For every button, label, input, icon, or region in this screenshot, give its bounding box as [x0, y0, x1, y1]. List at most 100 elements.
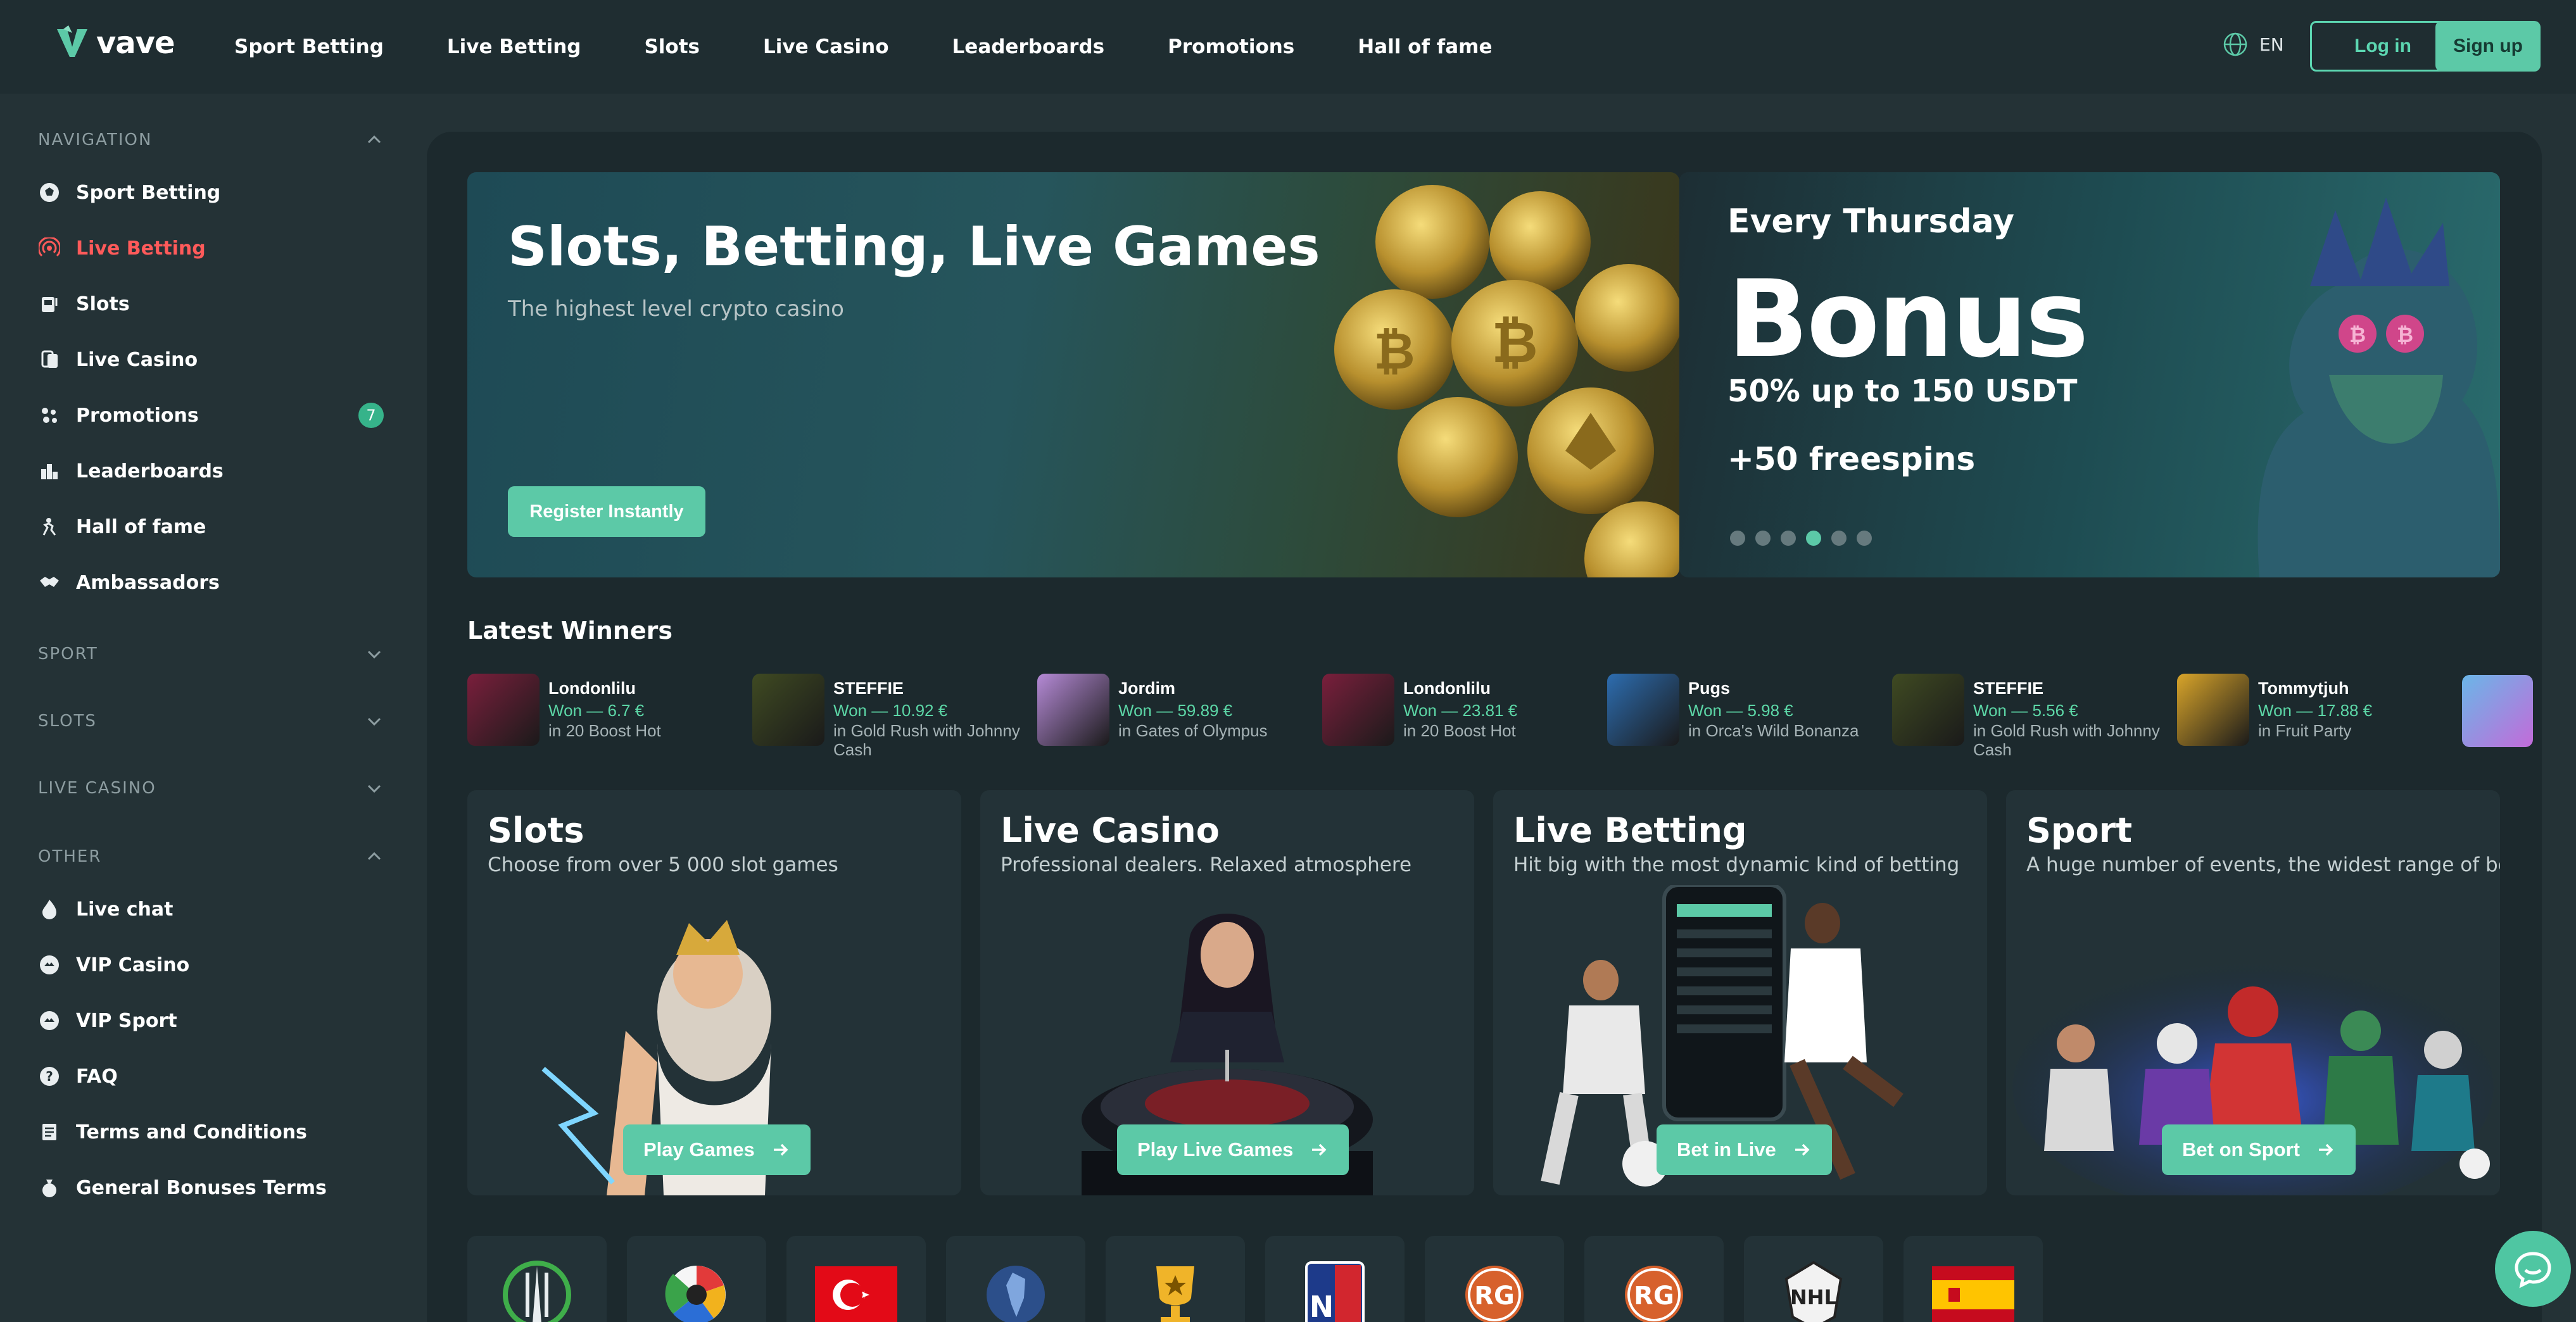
sidebar-item-hall-of-fame[interactable]: Hall of fame — [38, 509, 384, 545]
winner-item[interactable]: Tommytjuh Won — 17.88 € in Fruit Party — [2177, 674, 2449, 750]
latest-winners-title: Latest Winners — [467, 617, 672, 645]
topnav-hall-of-fame[interactable]: Hall of fame — [1358, 35, 1492, 58]
sidebar-item-promotions[interactable]: Promotions 7 — [38, 398, 384, 433]
play-live-games-button[interactable]: Play Live Games — [1117, 1124, 1349, 1175]
sidebar-item-leaderboards[interactable]: Leaderboards — [38, 453, 384, 489]
conference-league-icon — [503, 1261, 571, 1322]
winner-game-thumbnail-partial[interactable] — [2462, 675, 2533, 747]
winner-game-thumbnail[interactable] — [1892, 674, 1964, 746]
sidebar-item-vip-casino[interactable]: VIP Casino — [38, 947, 384, 983]
sidebar-item-bonuses-terms[interactable]: General Bonuses Terms — [38, 1170, 384, 1206]
winner-game-thumbnail[interactable] — [752, 674, 824, 746]
winner-game-thumbnail[interactable] — [2177, 674, 2249, 746]
league-tile-roland-garros-2[interactable]: RG — [1584, 1236, 1724, 1322]
card-subtitle: Choose from over 5 000 slot games — [488, 853, 838, 876]
topnav-leaderboards[interactable]: Leaderboards — [952, 35, 1105, 58]
live-betting-card[interactable]: Live Betting Hit big with the most dynam… — [1493, 790, 1987, 1195]
signup-button[interactable]: Sign up — [2435, 21, 2541, 72]
bet-in-live-button[interactable]: Bet in Live — [1657, 1124, 1832, 1175]
winner-amount: Won — 17.88 € — [2258, 701, 2373, 720]
league-tile-trophy[interactable] — [1106, 1236, 1245, 1322]
section-sport[interactable]: SPORT — [38, 638, 384, 670]
vave-logo[interactable]: vave — [54, 24, 175, 62]
section-navigation[interactable]: NAVIGATION — [38, 124, 384, 156]
language-code: EN — [2259, 34, 2284, 55]
carousel-dot-active[interactable] — [1806, 531, 1821, 546]
winner-item[interactable]: STEFFIE Won — 5.56 € in Gold Rush with Joh… — [1892, 674, 2164, 759]
winner-game: in 20 Boost Hot — [548, 721, 661, 740]
slots-card[interactable]: Slots Choose from over 5 000 slot games … — [467, 790, 961, 1195]
sidebar-item-label: Live Casino — [76, 348, 198, 371]
sidebar-item-live-betting[interactable]: Live Betting — [38, 230, 384, 266]
section-other[interactable]: OTHER — [38, 841, 384, 872]
topnav-sport-betting[interactable]: Sport Betting — [234, 35, 384, 58]
winner-item[interactable]: Londonlilu Won — 6.7 € in 20 Boost Hot — [467, 674, 740, 750]
sidebar-item-live-casino[interactable]: Live Casino — [38, 342, 384, 377]
live-casino-card[interactable]: Live Casino Professional dealers. Relaxe… — [980, 790, 1474, 1195]
league-tile-copa-america[interactable] — [946, 1236, 1085, 1322]
brand-name: vave — [96, 25, 175, 61]
promotions-count-badge: 7 — [358, 403, 384, 428]
sidebar-item-sport-betting[interactable]: Sport Betting — [38, 175, 384, 210]
carousel-dot[interactable] — [1857, 531, 1872, 546]
sidebar-item-live-chat[interactable]: Live chat — [38, 891, 384, 927]
section-slots[interactable]: SLOTS — [38, 705, 384, 737]
turkey-flag-icon — [815, 1266, 897, 1322]
winner-name: Jordim — [1118, 679, 1176, 698]
topnav-promotions[interactable]: Promotions — [1168, 35, 1294, 58]
winner-item[interactable]: STEFFIE Won — 10.92 € in Gold Rush with Jo… — [752, 674, 1025, 759]
carousel-dot[interactable] — [1831, 531, 1847, 546]
laliga-icon — [665, 1266, 726, 1322]
login-button[interactable]: Log in — [2310, 21, 2456, 72]
sidebar-item-faq[interactable]: ? FAQ — [38, 1059, 384, 1094]
sidebar-item-slots[interactable]: Slots — [38, 286, 384, 322]
carousel-dot[interactable] — [1755, 531, 1771, 546]
league-tile-basketball[interactable]: N — [1265, 1236, 1405, 1322]
league-tile-roland-garros[interactable]: RG — [1425, 1236, 1564, 1322]
league-tile-laliga[interactable] — [627, 1236, 766, 1322]
vave-logo-icon — [57, 25, 87, 57]
bet-on-sport-button[interactable]: Bet on Sport — [2162, 1124, 2356, 1175]
winner-item[interactable]: Jordim Won — 59.89 € in Gates of Olympus — [1037, 674, 1310, 750]
carousel-dot[interactable] — [1781, 531, 1796, 546]
winner-game-thumbnail[interactable] — [467, 674, 540, 746]
chevron-up-icon — [367, 135, 381, 144]
svg-text:₿: ₿ — [2397, 323, 2413, 347]
language-selector[interactable]: EN — [2223, 32, 2284, 57]
handshake-icon — [38, 571, 61, 594]
chevron-down-icon — [367, 784, 381, 793]
hero-banner[interactable]: ₿ ₿ Slots, Betting, Live Games The highe… — [467, 172, 1679, 577]
winner-item[interactable]: Pugs Won — 5.98 € in Orca's Wild Bonanza — [1607, 674, 1879, 750]
nba-style-icon: N — [1305, 1261, 1365, 1322]
winner-game-thumbnail[interactable] — [1037, 674, 1109, 746]
live-chat-button[interactable] — [2495, 1231, 2571, 1307]
topnav-live-betting[interactable]: Live Betting — [447, 35, 581, 58]
sidebar-item-terms[interactable]: Terms and Conditions — [38, 1114, 384, 1150]
globe-icon — [2223, 32, 2247, 56]
league-tile-nhl[interactable]: NHL — [1744, 1236, 1883, 1322]
league-tile-spain[interactable] — [1904, 1236, 2043, 1322]
winner-game-thumbnail[interactable] — [1607, 674, 1679, 746]
topnav-live-casino[interactable]: Live Casino — [763, 35, 889, 58]
sidebar-item-vip-sport[interactable]: VIP Sport — [38, 1003, 384, 1038]
topnav-slots[interactable]: Slots — [644, 35, 700, 58]
promo-kicker: Every Thursday — [1727, 203, 2015, 241]
card-subtitle: Hit big with the most dynamic kind of be… — [1513, 853, 1960, 876]
question-icon: ? — [38, 1065, 61, 1088]
sidebar-item-ambassadors[interactable]: Ambassadors — [38, 565, 384, 600]
arrow-right-icon — [2319, 1143, 2333, 1156]
bonus-terms-icon — [38, 1176, 61, 1199]
carousel-dot[interactable] — [1730, 531, 1745, 546]
league-tile-turkey[interactable] — [786, 1236, 926, 1322]
league-tile-conference-league[interactable] — [467, 1236, 607, 1322]
winner-amount: Won — 10.92 € — [833, 701, 948, 720]
play-games-button[interactable]: Play Games — [623, 1124, 811, 1175]
section-live-casino[interactable]: LIVE CASINO — [38, 772, 384, 804]
section-other-label: OTHER — [38, 847, 102, 866]
promo-banner[interactable]: ₿ ₿ Every Thursday Bonus 50% up to 150 U… — [1679, 172, 2500, 577]
register-button[interactable]: Register Instantly — [508, 486, 705, 537]
winner-game-thumbnail[interactable] — [1322, 674, 1394, 746]
svg-text:RG: RG — [1474, 1281, 1515, 1311]
sport-card[interactable]: Sport A huge number of events, the wides… — [2006, 790, 2500, 1195]
winner-item[interactable]: Londonlilu Won — 23.81 € in 20 Boost Hot — [1322, 674, 1594, 750]
